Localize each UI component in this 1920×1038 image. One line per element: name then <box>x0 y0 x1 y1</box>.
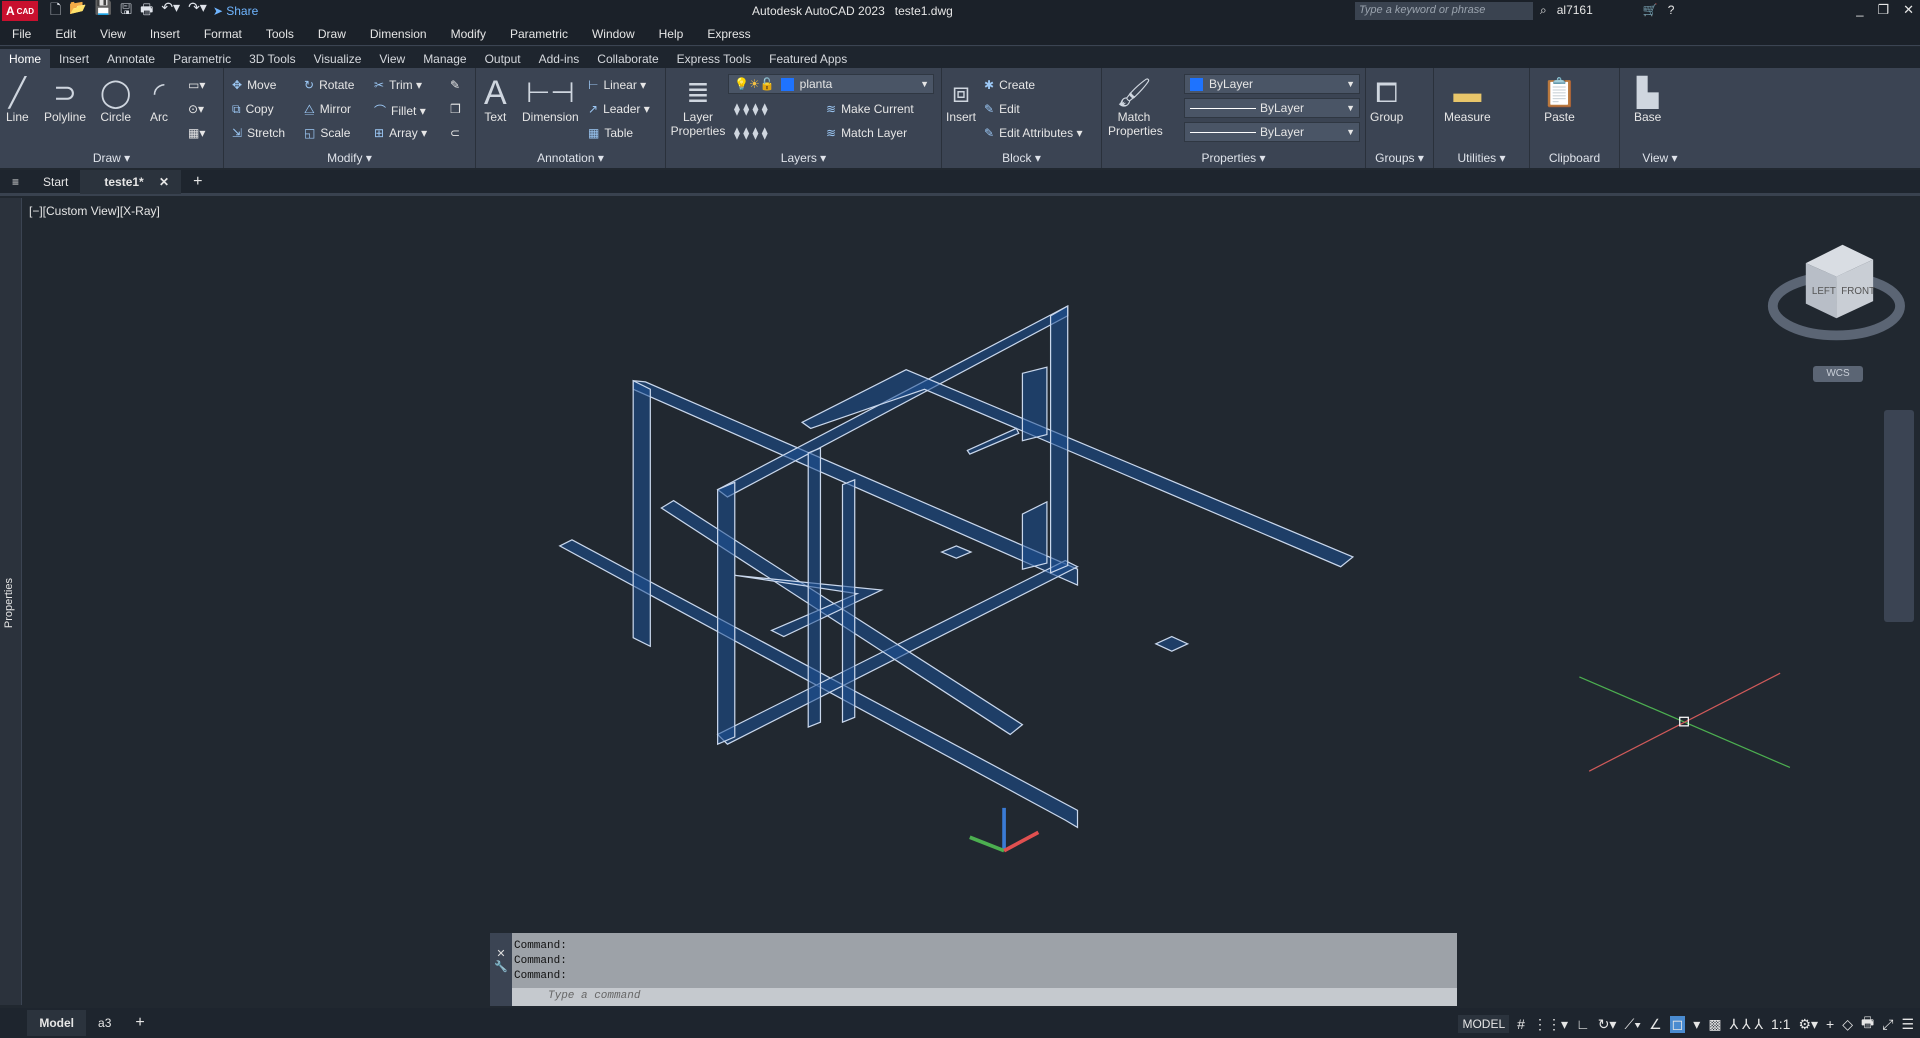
wrench-icon[interactable]: 🔧 <box>490 960 512 973</box>
pad <box>940 545 973 559</box>
object-snap-icon[interactable]: ◻ <box>1669 1015 1686 1033</box>
svg-text:FRONT: FRONT <box>1841 286 1875 297</box>
gear-icon[interactable]: ⚙▾ <box>1798 1016 1818 1033</box>
command-side: ✕ 🔧 <box>490 933 512 1006</box>
svg-text:LEFT: LEFT <box>1812 286 1836 297</box>
close-icon[interactable]: ✕ <box>490 947 512 960</box>
post <box>841 478 856 724</box>
ortho-icon[interactable]: ∟ <box>1576 1016 1590 1032</box>
tab-model[interactable]: Model <box>27 1010 87 1036</box>
beam <box>800 368 1355 568</box>
command-window: ✕ 🔧 Command: Command: Command: Type a comma… <box>490 933 1457 1006</box>
annotation-scale-icon[interactable]: ⅄ ⅄ ⅄ <box>1730 1016 1763 1033</box>
pad <box>966 427 1020 455</box>
fullscreen-icon[interactable]: ⤢ <box>1882 1016 1893 1033</box>
post <box>632 379 651 648</box>
cursor-crosshair <box>1579 672 1791 772</box>
post <box>717 481 736 746</box>
scale-dropdown[interactable]: 1:1 <box>1771 1016 1790 1032</box>
pad <box>1154 635 1190 652</box>
customize-icon[interactable]: ☰ <box>1901 1016 1914 1033</box>
add-layout-button[interactable]: + <box>123 1014 156 1032</box>
post <box>807 447 822 728</box>
command-history: Command: Command: Command: <box>514 940 567 982</box>
post <box>1049 304 1069 574</box>
command-input[interactable]: Type a command <box>512 988 1457 1006</box>
transparency-icon[interactable]: ▩ <box>1708 1016 1721 1033</box>
panel <box>1021 500 1048 570</box>
snap-icon[interactable]: ⋮⋮▾ <box>1533 1016 1568 1033</box>
plot-icon[interactable]: 🖶 <box>1861 1012 1874 1036</box>
polar-icon[interactable]: ↻▾ <box>1598 1016 1617 1033</box>
isolate-icon[interactable]: ◇ <box>1842 1016 1853 1033</box>
grid-icon[interactable]: # <box>1517 1016 1525 1032</box>
ucs-icon <box>969 807 1040 853</box>
beam <box>716 305 1069 498</box>
status-bar: Model a3 + MODEL # ⋮⋮▾ ∟ ↻▾ ⟋▾ ∠ ◻ ▾ ▩ ⅄ ⅄ ⅄… <box>0 1008 1920 1038</box>
navigation-bar[interactable] <box>1884 410 1914 622</box>
viewcube[interactable]: LEFT FRONT <box>1767 244 1905 341</box>
model-space-toggle[interactable]: MODEL <box>1458 1015 1510 1033</box>
dynamic-ucs-icon[interactable]: ∠ <box>1649 1016 1662 1033</box>
crosshair-icon[interactable]: + <box>1826 1016 1834 1032</box>
wcs-menu[interactable]: WCS <box>1813 366 1863 382</box>
osnap-track-icon[interactable]: ⟋▾ <box>1624 1016 1641 1033</box>
tab-a3[interactable]: a3 <box>86 1016 123 1030</box>
panel <box>1021 366 1048 442</box>
model-geometry: LEFT FRONT <box>558 244 1905 853</box>
